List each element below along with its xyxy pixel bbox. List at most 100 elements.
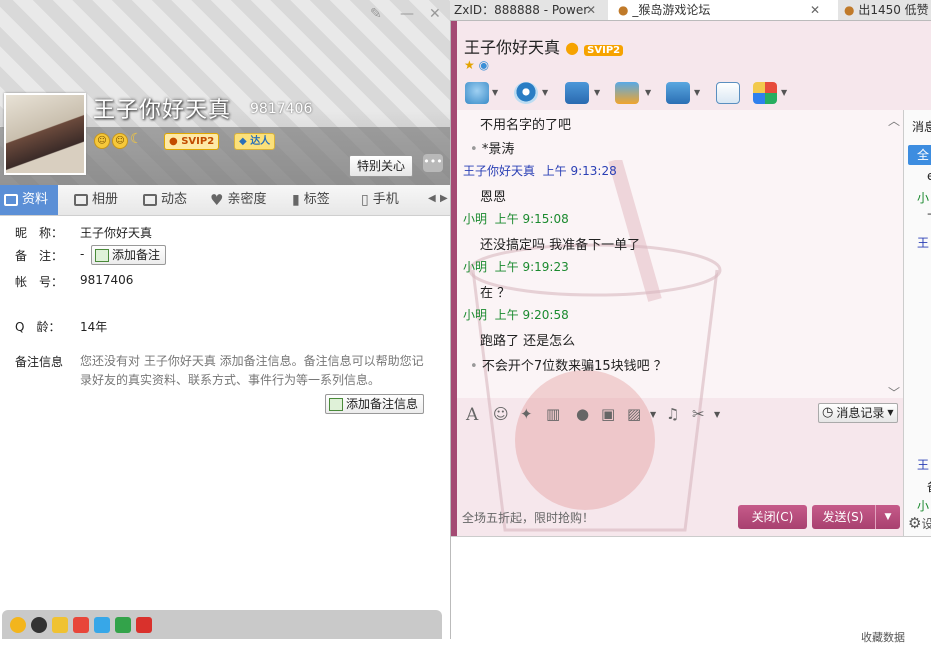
send-button[interactable]: 发送(S) ▼ bbox=[812, 505, 900, 529]
svip-badge[interactable]: ● SVIP2 bbox=[164, 133, 220, 150]
edit-note-icon bbox=[329, 397, 343, 411]
side-panel-settings[interactable]: ⚙设 bbox=[908, 514, 931, 532]
tab-phone[interactable]: ▯ 手机 bbox=[361, 185, 399, 215]
tab-scroll-left-icon[interactable]: ◀ bbox=[428, 193, 436, 204]
side-panel-tab[interactable]: 全 bbox=[908, 145, 931, 165]
svip-badge[interactable]: SVIP2 bbox=[584, 45, 624, 56]
side-panel-header: 消息 bbox=[912, 120, 931, 134]
chevron-down-icon[interactable]: ▼ bbox=[714, 410, 720, 419]
chevron-down-icon[interactable]: ▼ bbox=[694, 88, 700, 97]
side-panel-item: 备 bbox=[927, 478, 931, 495]
browser-tab-bar: ZxID：888888 - Power ✕ ● _猴岛游戏论坛 ✕ ● 出145… bbox=[450, 0, 931, 21]
skin-icon[interactable]: ✎ bbox=[370, 6, 382, 22]
heart-icon: ♥ bbox=[210, 191, 224, 209]
add-remark-button[interactable]: 添加备注 bbox=[91, 245, 167, 265]
star-icon[interactable]: ★ bbox=[464, 58, 475, 72]
browser-tab-active[interactable]: ● _猴岛游戏论坛 bbox=[608, 0, 838, 20]
message-text: 在 ？ bbox=[480, 286, 511, 301]
red-star-icon[interactable] bbox=[136, 616, 152, 633]
remark-info-text: 您还没有对 王子你好天真 添加备注信息。备注信息可以帮助您记录好友的真实资料、联… bbox=[80, 354, 424, 387]
browser-tab[interactable]: ZxID：888888 - Power bbox=[454, 0, 604, 20]
create-discussion-icon[interactable] bbox=[716, 82, 740, 104]
magic-expression-icon[interactable]: ✦ bbox=[520, 405, 533, 423]
vip-penguin-icon: ● bbox=[565, 38, 580, 57]
smile-icon[interactable]: ☺ bbox=[94, 133, 110, 149]
chat-bubble-icon[interactable]: ••• bbox=[423, 154, 443, 172]
voice-call-icon[interactable] bbox=[465, 82, 489, 104]
field-label-remark: 备 注： bbox=[15, 249, 64, 263]
chevron-down-icon[interactable]: ▼ bbox=[492, 88, 498, 97]
shake-window-icon[interactable]: ▥ bbox=[546, 405, 560, 423]
tab-profile[interactable]: 资料 bbox=[0, 185, 59, 215]
message-text: 跑路了 还是怎么 bbox=[480, 334, 576, 349]
message-header: 小明 上午 9:19:23 bbox=[463, 260, 569, 274]
field-label-nickname: 昵 称： bbox=[15, 226, 64, 240]
message-text: 不用名字的了吧 bbox=[480, 118, 572, 133]
side-panel-item: 王 bbox=[917, 458, 930, 472]
tag-icon: ▮ bbox=[292, 192, 300, 208]
clock-icon: ◷ bbox=[822, 405, 834, 420]
side-panel-item: 王 bbox=[917, 236, 930, 250]
video-call-icon[interactable] bbox=[514, 82, 538, 104]
qq-penguin-dark-icon[interactable] bbox=[31, 616, 47, 633]
message-history-button[interactable]: ◷ 消息记录 ▼ bbox=[818, 403, 898, 423]
close-icon[interactable]: ✕ bbox=[429, 6, 441, 22]
green-diamond-icon[interactable] bbox=[115, 616, 131, 633]
font-icon[interactable]: A bbox=[466, 405, 478, 425]
send-options-chevron-icon[interactable]: ▼ bbox=[875, 505, 900, 529]
blue-diamond-icon[interactable] bbox=[94, 616, 110, 633]
qzone-icon[interactable]: ◉ bbox=[479, 58, 489, 72]
field-label-remark-info: 备注信息 bbox=[15, 355, 64, 369]
remote-desktop-icon[interactable] bbox=[565, 82, 589, 104]
bullet-dot-icon: • bbox=[470, 142, 478, 157]
profile-card-icon bbox=[4, 194, 18, 206]
title-status-icons: ★ ◉ bbox=[464, 58, 489, 72]
close-button[interactable]: 关闭(C) bbox=[738, 505, 807, 529]
chevron-down-icon[interactable]: ▼ bbox=[542, 88, 548, 97]
phone-icon: ▯ bbox=[361, 192, 369, 208]
tab-close-icon[interactable]: ✕ bbox=[810, 3, 820, 17]
message-text: 还没搞定吗 我准备下一单了 bbox=[480, 238, 641, 253]
gold-heart-icon[interactable] bbox=[52, 616, 68, 633]
special-care-button[interactable]: 特别关心 bbox=[349, 155, 413, 177]
minimize-icon[interactable]: — bbox=[400, 6, 414, 22]
talent-icon: ◆ bbox=[239, 136, 247, 147]
chevron-down-icon: ▼ bbox=[887, 408, 894, 417]
chevron-down-icon[interactable]: ▼ bbox=[781, 88, 787, 97]
browser-tab[interactable]: ● 出1450 低赞 bbox=[840, 0, 931, 20]
promo-text[interactable]: 全场五折起，限时抢购！ bbox=[462, 509, 594, 526]
add-remark-info-button[interactable]: 添加备注信息 bbox=[325, 394, 425, 414]
message-input[interactable] bbox=[457, 428, 903, 506]
profile-panel: ✎ — ✕ 王子你好天真 9817406 ☺ ☺ ☾ ● SVIP2 ◆ 达人 … bbox=[0, 0, 451, 639]
image-icon[interactable]: ▨ bbox=[627, 405, 641, 423]
smile-icon[interactable]: ☺ bbox=[112, 133, 128, 149]
emoji-icon[interactable]: ☺ bbox=[493, 405, 509, 423]
scroll-up-icon[interactable]: ︿ bbox=[888, 112, 900, 129]
chevron-down-icon[interactable]: ▼ bbox=[645, 88, 651, 97]
chevron-down-icon[interactable]: ▼ bbox=[650, 410, 656, 419]
screen-share-icon[interactable] bbox=[666, 82, 690, 104]
screenshot-scissors-icon[interactable]: ✂ bbox=[692, 405, 705, 423]
tab-album[interactable]: 相册 bbox=[74, 185, 118, 215]
talent-badge[interactable]: ◆ 达人 bbox=[234, 133, 276, 150]
chat-title: 王子你好天真 ● SVIP2 bbox=[464, 34, 624, 58]
voice-message-icon[interactable]: ● bbox=[576, 405, 589, 423]
send-file-icon[interactable] bbox=[615, 82, 639, 104]
profile-qq-number: 9817406 bbox=[250, 101, 313, 117]
chevron-down-icon[interactable]: ▼ bbox=[594, 88, 600, 97]
qq-penguin-icon[interactable] bbox=[10, 616, 26, 633]
tab-feed[interactable]: 动态 bbox=[143, 185, 187, 215]
gift-icon[interactable]: ▣ bbox=[601, 405, 615, 423]
scroll-down-icon[interactable]: ﹀ bbox=[888, 384, 900, 401]
tab-scroll-right-icon[interactable]: ▶ bbox=[440, 193, 448, 204]
moon-icon[interactable]: ☾ bbox=[130, 131, 143, 147]
avatar[interactable] bbox=[4, 93, 86, 175]
field-value-qage: 14年 bbox=[80, 320, 108, 334]
red-diamond-icon[interactable] bbox=[73, 616, 89, 633]
tab-tags[interactable]: ▮ 标签 bbox=[292, 185, 330, 215]
tab-intimacy[interactable]: ♥ 亲密度 bbox=[210, 185, 266, 215]
message-header: 小明 上午 9:15:08 bbox=[463, 212, 569, 226]
apps-icon[interactable] bbox=[753, 82, 777, 104]
music-icon[interactable]: ♫ bbox=[666, 405, 679, 423]
tab-close-icon[interactable]: ✕ bbox=[586, 3, 596, 17]
